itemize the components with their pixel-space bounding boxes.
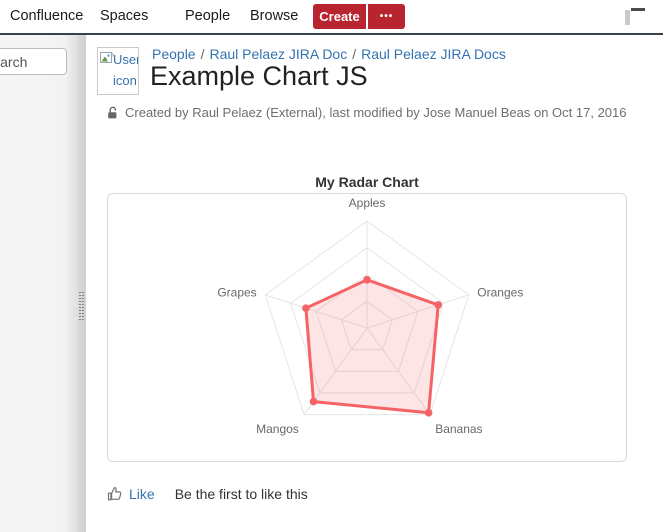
radar-axis-label: Mangos: [256, 422, 299, 436]
radar-axis-label: Apples: [349, 196, 386, 210]
breadcrumb-people[interactable]: People: [152, 46, 196, 62]
breadcrumb-space[interactable]: Raul Pelaez JIRA Doc: [209, 46, 347, 62]
like-section: Like Be the first to like this: [107, 486, 308, 502]
clipped-header-icon: [625, 10, 630, 25]
radar-axis-label: Grapes: [217, 285, 256, 299]
thumbs-up-icon: [107, 486, 123, 502]
like-message: Be the first to like this: [175, 486, 308, 502]
breadcrumb-separator: /: [352, 46, 356, 62]
chart-panel: Apples Oranges Bananas Mangos Grapes: [107, 193, 627, 462]
nav-people[interactable]: People: [185, 8, 230, 24]
sidebar: [0, 35, 78, 532]
search-input[interactable]: [0, 48, 67, 75]
unlocked-padlock-icon: [107, 106, 119, 120]
byline-text: Created by Raul Pelaez (External), last …: [125, 105, 627, 120]
byline: Created by Raul Pelaez (External), last …: [107, 105, 627, 120]
user-avatar-broken-image[interactable]: User icon:: [97, 47, 139, 95]
divider-gripper-icon[interactable]: [79, 292, 85, 320]
radar-data-point[interactable]: [434, 301, 442, 309]
like-button[interactable]: Like: [107, 486, 155, 502]
radar-axis-label: Bananas: [435, 422, 482, 436]
broken-image-icon: [100, 52, 114, 64]
radar-data-point[interactable]: [425, 409, 433, 417]
radar-data-point[interactable]: [302, 304, 310, 312]
like-label: Like: [129, 486, 155, 502]
confluence-logo-link[interactable]: Confluence: [10, 8, 83, 24]
nav-browse[interactable]: Browse: [250, 8, 298, 24]
clipped-header-icon: [631, 8, 645, 11]
radar-data-point[interactable]: [363, 276, 371, 284]
avatar-alt-text: User icon:: [113, 49, 139, 91]
breadcrumb: People/Raul Pelaez JIRA Doc/Raul Pelaez …: [152, 46, 506, 62]
radar-axis-label: Oranges: [477, 285, 523, 299]
chart-title: My Radar Chart: [107, 174, 627, 190]
nav-spaces[interactable]: Spaces: [100, 8, 148, 24]
radar-data-polygon: [306, 280, 438, 413]
radar-data-point[interactable]: [310, 398, 318, 406]
sidebar-resize-divider[interactable]: [78, 35, 86, 532]
radar-chart-canvas[interactable]: Apples Oranges Bananas Mangos Grapes: [108, 194, 626, 461]
create-button[interactable]: Create: [313, 4, 366, 29]
app-header: Confluence Spaces People Browse Create •…: [0, 0, 663, 35]
more-actions-button[interactable]: •••: [368, 4, 405, 29]
breadcrumb-page[interactable]: Raul Pelaez JIRA Docs: [361, 46, 506, 62]
page-content: User icon: People/Raul Pelaez JIRA Doc/R…: [86, 35, 663, 532]
breadcrumb-separator: /: [201, 46, 205, 62]
page-title: Example Chart JS: [150, 61, 368, 92]
